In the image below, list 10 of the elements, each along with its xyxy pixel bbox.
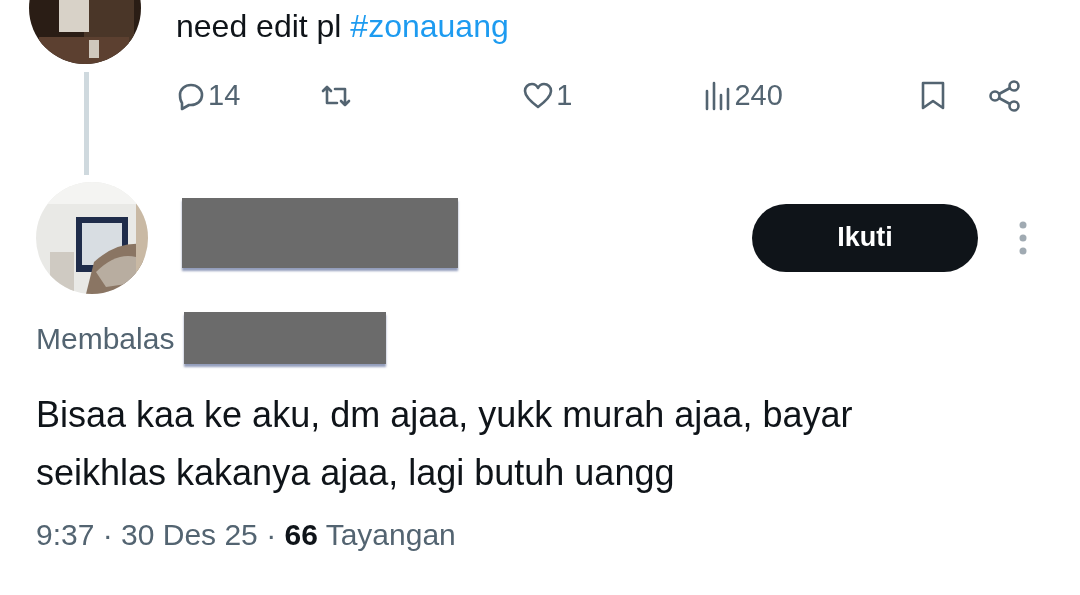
share-button[interactable] (987, 78, 1022, 113)
reply-text: Bisaa kaa ke aku, dm ajaa, yukk murah ajaa, bayar seikhlas kakanya ajaa, lagi butuh uangg (36, 393, 854, 495)
follow-button[interactable]: Ikuti (752, 203, 978, 272)
post-meta: 9:37 · 30 Des 25 · 66 Tayangan (36, 517, 457, 553)
post-text: need edit pl #zonauang (176, 7, 510, 46)
views-button[interactable]: 240 (702, 74, 783, 118)
like-button[interactable]: 1 (522, 74, 573, 118)
reply-button[interactable]: 14 (176, 74, 241, 118)
share-icon (987, 78, 1022, 113)
replying-to-label: Membalas (36, 320, 175, 357)
